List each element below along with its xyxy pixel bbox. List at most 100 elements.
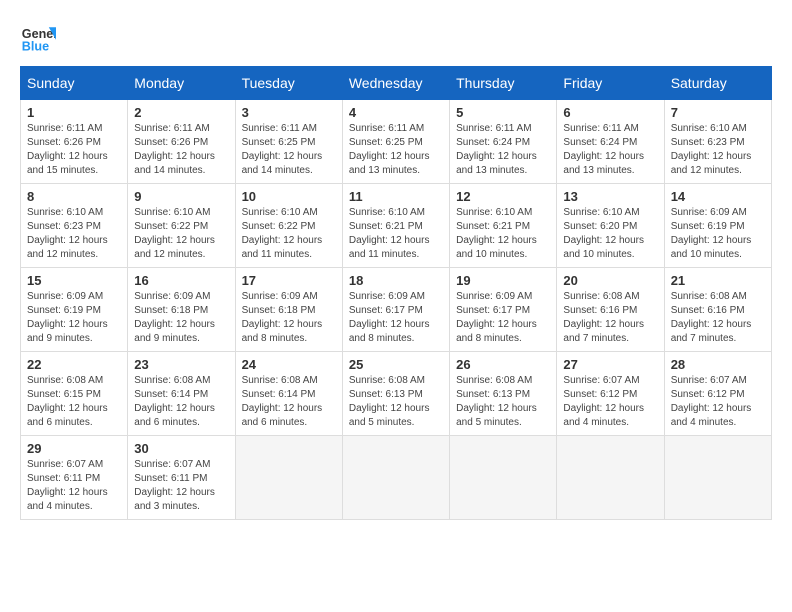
cell-info: Sunrise: 6:11 AMSunset: 6:26 PMDaylight:… (134, 123, 215, 176)
day-number: 28 (671, 357, 765, 372)
day-number: 15 (27, 273, 121, 288)
cell-info: Sunrise: 6:11 AMSunset: 6:24 PMDaylight:… (456, 123, 537, 176)
calendar-cell: 15 Sunrise: 6:09 AMSunset: 6:19 PMDayligh… (21, 268, 128, 352)
calendar-week-row: 22Sunrise: 6:08 AMSunset: 6:15 PMDayligh… (21, 352, 772, 436)
cell-info: Sunrise: 6:11 AMSunset: 6:25 PMDaylight:… (242, 123, 323, 176)
calendar-cell: 27Sunrise: 6:07 AMSunset: 6:12 PMDayligh… (557, 352, 664, 436)
logo: General Blue (20, 20, 56, 56)
calendar-cell: 19 Sunrise: 6:09 AMSunset: 6:17 PMDayligh… (450, 268, 557, 352)
day-number: 17 (242, 273, 336, 288)
cell-info: Sunrise: 6:10 AMSunset: 6:22 PMDaylight:… (242, 207, 323, 260)
day-number: 26 (456, 357, 550, 372)
day-number: 10 (242, 189, 336, 204)
calendar-cell: 17 Sunrise: 6:09 AMSunset: 6:18 PMDayligh… (235, 268, 342, 352)
day-number: 8 (27, 189, 121, 204)
day-number: 11 (349, 189, 443, 204)
calendar-cell: 30Sunrise: 6:07 AMSunset: 6:11 PMDayligh… (128, 436, 235, 520)
cell-info: Sunrise: 6:10 AMSunset: 6:21 PMDaylight:… (349, 207, 430, 260)
calendar-cell: 2 Sunrise: 6:11 AMSunset: 6:26 PMDaylight… (128, 100, 235, 184)
day-number: 14 (671, 189, 765, 204)
cell-info: Sunrise: 6:10 AMSunset: 6:22 PMDaylight:… (134, 207, 215, 260)
cell-info: Sunrise: 6:08 AMSunset: 6:14 PMDaylight:… (242, 375, 323, 428)
calendar-cell: 6Sunrise: 6:11 AMSunset: 6:24 PMDaylight… (557, 100, 664, 184)
calendar-cell: 24 Sunrise: 6:08 AMSunset: 6:14 PMDayligh… (235, 352, 342, 436)
calendar-cell (664, 436, 771, 520)
cell-info: Sunrise: 6:10 AMSunset: 6:21 PMDaylight:… (456, 207, 537, 260)
calendar-cell: 12 Sunrise: 6:10 AMSunset: 6:21 PMDayligh… (450, 184, 557, 268)
weekday-header-friday: Friday (557, 67, 664, 100)
day-number: 23 (134, 357, 228, 372)
calendar-cell: 13 Sunrise: 6:10 AMSunset: 6:20 PMDayligh… (557, 184, 664, 268)
calendar-week-row: 1 Sunrise: 6:11 AMSunset: 6:26 PMDaylight… (21, 100, 772, 184)
calendar-cell: 25 Sunrise: 6:08 AMSunset: 6:13 PMDayligh… (342, 352, 449, 436)
calendar-cell: 18Sunrise: 6:09 AMSunset: 6:17 PMDayligh… (342, 268, 449, 352)
calendar-cell: 8 Sunrise: 6:10 AMSunset: 6:23 PMDaylight… (21, 184, 128, 268)
cell-info: Sunrise: 6:08 AMSunset: 6:13 PMDaylight:… (456, 375, 537, 428)
calendar-cell: 21 Sunrise: 6:08 AMSunset: 6:16 PMDayligh… (664, 268, 771, 352)
weekday-header-monday: Monday (128, 67, 235, 100)
calendar-cell (342, 436, 449, 520)
calendar-cell: 5 Sunrise: 6:11 AMSunset: 6:24 PMDaylight… (450, 100, 557, 184)
cell-info: Sunrise: 6:08 AMSunset: 6:16 PMDaylight:… (671, 291, 752, 344)
calendar-week-row: 29 Sunrise: 6:07 AMSunset: 6:11 PMDayligh… (21, 436, 772, 520)
cell-info: Sunrise: 6:08 AMSunset: 6:14 PMDaylight:… (134, 375, 215, 428)
calendar-cell: 29 Sunrise: 6:07 AMSunset: 6:11 PMDayligh… (21, 436, 128, 520)
weekday-header-thursday: Thursday (450, 67, 557, 100)
cell-info: Sunrise: 6:07 AMSunset: 6:11 PMDaylight:… (27, 459, 108, 512)
weekday-header-sunday: Sunday (21, 67, 128, 100)
day-number: 2 (134, 105, 228, 120)
calendar-cell: 10 Sunrise: 6:10 AMSunset: 6:22 PMDayligh… (235, 184, 342, 268)
cell-info: Sunrise: 6:09 AMSunset: 6:17 PMDaylight:… (456, 291, 537, 344)
day-number: 29 (27, 441, 121, 456)
cell-info: Sunrise: 6:10 AMSunset: 6:20 PMDaylight:… (563, 207, 644, 260)
calendar-cell: 11 Sunrise: 6:10 AMSunset: 6:21 PMDayligh… (342, 184, 449, 268)
cell-info: Sunrise: 6:10 AMSunset: 6:23 PMDaylight:… (671, 123, 752, 176)
cell-info: Sunrise: 6:09 AMSunset: 6:18 PMDaylight:… (134, 291, 215, 344)
calendar-cell: 20Sunrise: 6:08 AMSunset: 6:16 PMDayligh… (557, 268, 664, 352)
page-header: General Blue (20, 20, 772, 56)
day-number: 13 (563, 189, 657, 204)
cell-info: Sunrise: 6:07 AMSunset: 6:12 PMDaylight:… (563, 375, 644, 428)
calendar-cell (235, 436, 342, 520)
cell-info: Sunrise: 6:08 AMSunset: 6:16 PMDaylight:… (563, 291, 644, 344)
cell-info: Sunrise: 6:09 AMSunset: 6:19 PMDaylight:… (27, 291, 108, 344)
calendar-cell: 1Sunrise: 6:11 AMSunset: 6:26 PMDaylight… (21, 100, 128, 184)
calendar-cell: 9 Sunrise: 6:10 AMSunset: 6:22 PMDaylight… (128, 184, 235, 268)
day-number: 12 (456, 189, 550, 204)
calendar-cell: 7Sunrise: 6:10 AMSunset: 6:23 PMDaylight… (664, 100, 771, 184)
calendar-table: SundayMondayTuesdayWednesdayThursdayFrid… (20, 66, 772, 520)
day-number: 9 (134, 189, 228, 204)
day-number: 16 (134, 273, 228, 288)
day-number: 21 (671, 273, 765, 288)
cell-info: Sunrise: 6:08 AMSunset: 6:15 PMDaylight:… (27, 375, 108, 428)
weekday-header-saturday: Saturday (664, 67, 771, 100)
calendar-cell: 3 Sunrise: 6:11 AMSunset: 6:25 PMDaylight… (235, 100, 342, 184)
calendar-cell: 22Sunrise: 6:08 AMSunset: 6:15 PMDayligh… (21, 352, 128, 436)
weekday-header-tuesday: Tuesday (235, 67, 342, 100)
day-number: 5 (456, 105, 550, 120)
day-number: 3 (242, 105, 336, 120)
cell-info: Sunrise: 6:07 AMSunset: 6:11 PMDaylight:… (134, 459, 215, 512)
cell-info: Sunrise: 6:09 AMSunset: 6:19 PMDaylight:… (671, 207, 752, 260)
calendar-cell: 26 Sunrise: 6:08 AMSunset: 6:13 PMDayligh… (450, 352, 557, 436)
day-number: 19 (456, 273, 550, 288)
cell-info: Sunrise: 6:07 AMSunset: 6:12 PMDaylight:… (671, 375, 752, 428)
day-number: 6 (563, 105, 657, 120)
calendar-cell (450, 436, 557, 520)
calendar-cell: 16 Sunrise: 6:09 AMSunset: 6:18 PMDayligh… (128, 268, 235, 352)
calendar-cell: 4Sunrise: 6:11 AMSunset: 6:25 PMDaylight… (342, 100, 449, 184)
day-number: 4 (349, 105, 443, 120)
svg-text:Blue: Blue (22, 40, 49, 54)
logo-icon: General Blue (20, 20, 56, 56)
day-number: 24 (242, 357, 336, 372)
weekday-header-row: SundayMondayTuesdayWednesdayThursdayFrid… (21, 67, 772, 100)
cell-info: Sunrise: 6:10 AMSunset: 6:23 PMDaylight:… (27, 207, 108, 260)
calendar-week-row: 15 Sunrise: 6:09 AMSunset: 6:19 PMDayligh… (21, 268, 772, 352)
calendar-week-row: 8 Sunrise: 6:10 AMSunset: 6:23 PMDaylight… (21, 184, 772, 268)
cell-info: Sunrise: 6:09 AMSunset: 6:18 PMDaylight:… (242, 291, 323, 344)
day-number: 18 (349, 273, 443, 288)
day-number: 25 (349, 357, 443, 372)
calendar-cell (557, 436, 664, 520)
day-number: 1 (27, 105, 121, 120)
cell-info: Sunrise: 6:08 AMSunset: 6:13 PMDaylight:… (349, 375, 430, 428)
